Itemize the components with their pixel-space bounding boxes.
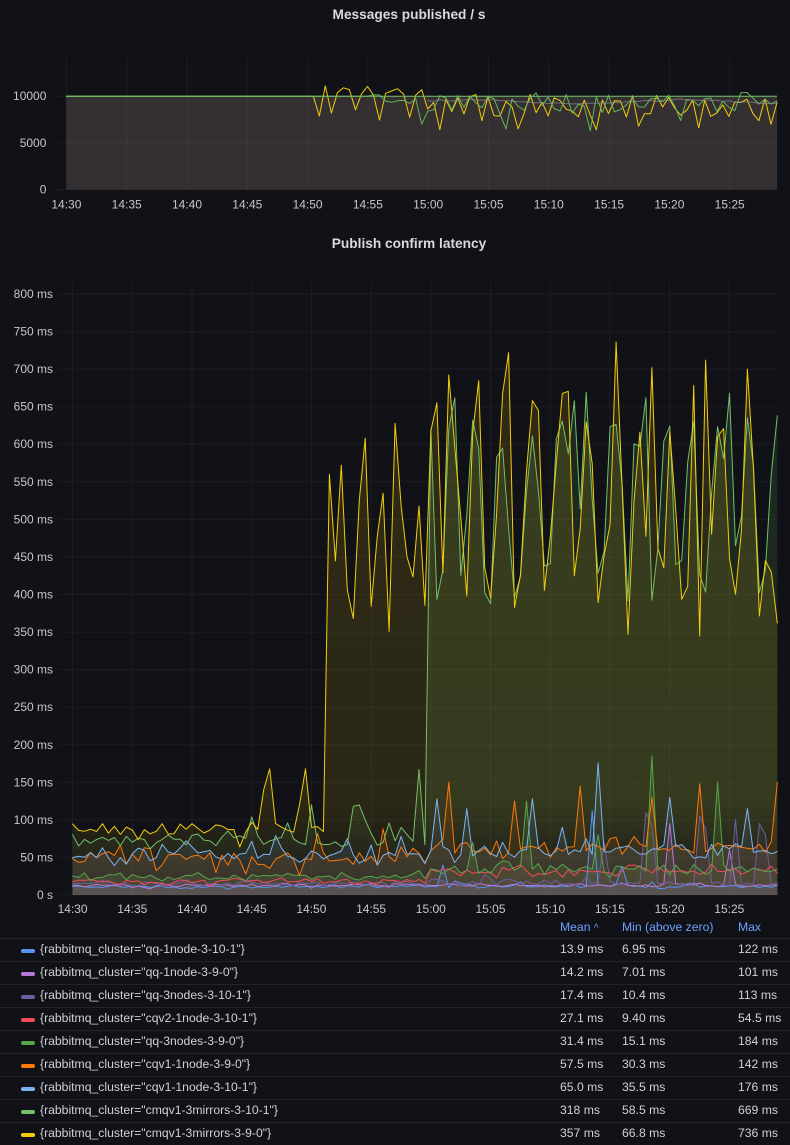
svg-text:15:20: 15:20 — [655, 902, 685, 916]
svg-text:450 ms: 450 ms — [14, 550, 53, 564]
svg-text:250 ms: 250 ms — [14, 700, 53, 714]
svg-text:0: 0 — [40, 183, 47, 197]
svg-text:14:35: 14:35 — [112, 198, 142, 212]
svg-text:0 s: 0 s — [37, 888, 53, 902]
svg-text:150 ms: 150 ms — [14, 775, 53, 789]
svg-text:15:00: 15:00 — [416, 902, 446, 916]
svg-text:15:10: 15:10 — [535, 902, 565, 916]
svg-text:15:10: 15:10 — [534, 198, 564, 212]
svg-text:15:25: 15:25 — [715, 198, 745, 212]
svg-text:15:15: 15:15 — [595, 902, 625, 916]
svg-text:15:20: 15:20 — [654, 198, 684, 212]
svg-text:14:55: 14:55 — [353, 198, 383, 212]
svg-text:750 ms: 750 ms — [14, 325, 53, 339]
svg-text:14:35: 14:35 — [117, 902, 147, 916]
svg-text:15:25: 15:25 — [714, 902, 744, 916]
svg-text:300 ms: 300 ms — [14, 663, 53, 677]
svg-text:700 ms: 700 ms — [14, 362, 53, 376]
svg-text:800 ms: 800 ms — [14, 287, 53, 301]
svg-text:14:30: 14:30 — [58, 902, 88, 916]
svg-text:10000: 10000 — [13, 89, 47, 103]
svg-text:14:40: 14:40 — [172, 198, 202, 212]
svg-text:550 ms: 550 ms — [14, 475, 53, 489]
svg-text:200 ms: 200 ms — [14, 738, 53, 752]
svg-text:400 ms: 400 ms — [14, 588, 53, 602]
svg-text:350 ms: 350 ms — [14, 625, 53, 639]
svg-text:15:05: 15:05 — [473, 198, 503, 212]
svg-text:5000: 5000 — [20, 136, 47, 150]
svg-text:15:15: 15:15 — [594, 198, 624, 212]
svg-text:14:45: 14:45 — [232, 198, 262, 212]
svg-text:500 ms: 500 ms — [14, 512, 53, 526]
svg-text:650 ms: 650 ms — [14, 400, 53, 414]
svg-text:100 ms: 100 ms — [14, 813, 53, 827]
svg-text:14:50: 14:50 — [296, 902, 326, 916]
svg-text:14:45: 14:45 — [237, 902, 267, 916]
svg-text:15:00: 15:00 — [413, 198, 443, 212]
svg-text:14:30: 14:30 — [51, 198, 81, 212]
svg-text:15:05: 15:05 — [475, 902, 505, 916]
svg-text:14:55: 14:55 — [356, 902, 386, 916]
svg-text:600 ms: 600 ms — [14, 437, 53, 451]
svg-text:14:50: 14:50 — [293, 198, 323, 212]
svg-text:50 ms: 50 ms — [20, 850, 53, 864]
svg-text:14:40: 14:40 — [177, 902, 207, 916]
